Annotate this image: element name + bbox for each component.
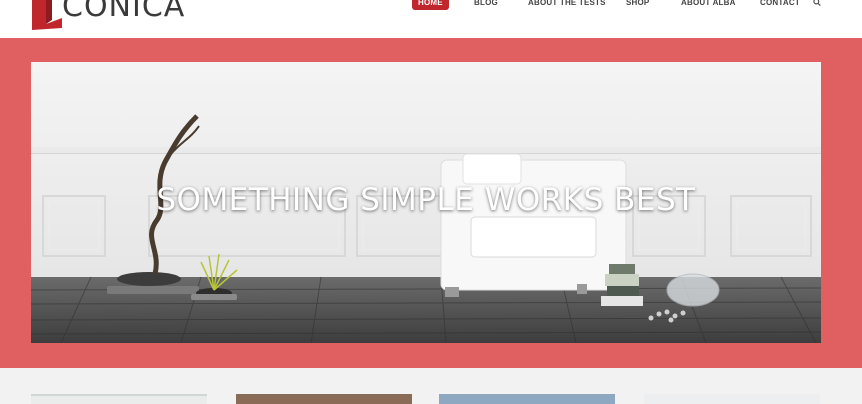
featured-strip: [0, 368, 862, 404]
thumbnail-frames[interactable]: [439, 394, 615, 404]
site-logo[interactable]: CONICA: [30, 0, 185, 30]
thumbnail-room[interactable]: [644, 394, 820, 404]
logo-mark-icon: [32, 0, 62, 30]
armchair-shape: [440, 153, 627, 297]
thumbnail-wood[interactable]: [236, 394, 412, 404]
nav-contact[interactable]: CONTACT: [760, 0, 800, 10]
nav-home[interactable]: HOME: [412, 0, 449, 10]
nav-about-the-tests[interactable]: ABOUT THE TESTS: [528, 0, 606, 10]
thumbnail-window[interactable]: [31, 394, 207, 404]
hero-slider[interactable]: SOMETHING SIMPLE WORKS BEST: [31, 62, 821, 343]
site-header: CONICA HOME BLOG ABOUT THE TESTS SHOP AB…: [0, 0, 862, 38]
nav-shop[interactable]: SHOP: [626, 0, 649, 10]
search-icon[interactable]: [813, 0, 821, 10]
logo-text: CONICA: [62, 0, 186, 24]
nav-blog[interactable]: BLOG: [474, 0, 498, 10]
nav-about-alba[interactable]: ABOUT ALBA: [681, 0, 736, 10]
hero-title: SOMETHING SIMPLE WORKS BEST: [156, 182, 696, 218]
